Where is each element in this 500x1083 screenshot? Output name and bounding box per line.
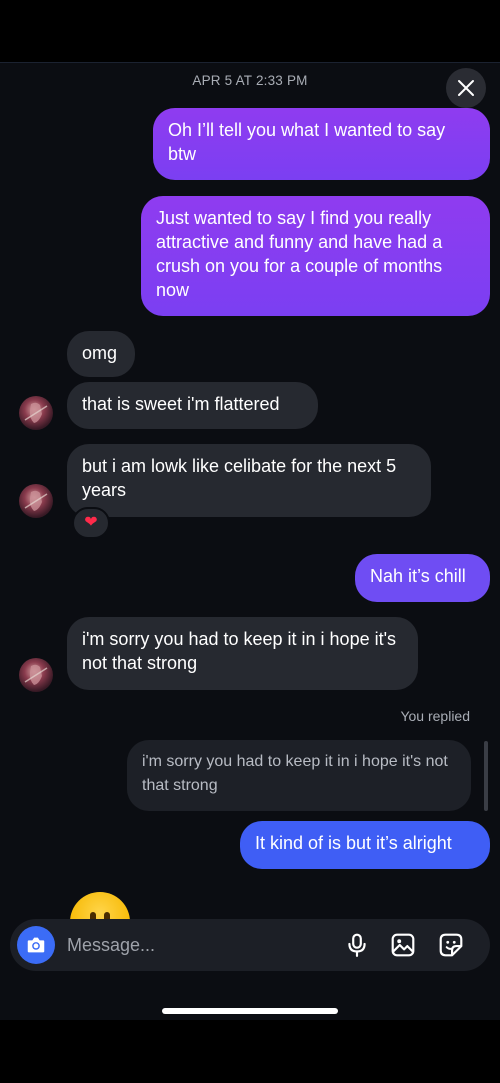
outgoing-message[interactable]: Nah it’s chill [355,554,490,602]
microphone-icon [348,933,366,957]
message-composer [10,919,490,971]
status-bar-area [0,0,500,62]
close-button[interactable] [446,68,486,108]
message-input[interactable] [67,932,267,958]
sender-avatar[interactable] [19,658,53,692]
sender-avatar[interactable] [19,396,53,430]
avatar-image [24,664,48,685]
sticker-icon [439,933,463,957]
incoming-message[interactable]: that is sweet i'm flattered [67,382,318,429]
close-icon [458,80,474,96]
reply-indicator-bar [484,741,488,811]
sender-avatar[interactable] [19,484,53,518]
replied-label: You replied [400,708,470,724]
home-indicator[interactable] [162,1008,338,1014]
heart-icon: ❤ [84,514,98,531]
microphone-button[interactable] [343,931,371,959]
outgoing-message[interactable]: It kind of is but it’s alright [240,821,490,869]
camera-button[interactable] [17,926,55,964]
camera-icon [27,937,45,953]
bottom-safe-area [0,1020,500,1083]
incoming-message[interactable]: but i am lowk like celibate for the next… [67,444,431,517]
quoted-message[interactable]: i'm sorry you had to keep it in i hope i… [127,740,471,811]
message-reaction[interactable]: ❤ [72,507,110,539]
sticker-button[interactable] [437,931,465,959]
outgoing-message[interactable]: Just wanted to say I find you really att… [141,196,490,316]
gallery-icon [391,933,415,957]
gallery-button[interactable] [389,931,417,959]
avatar-image [24,402,48,423]
avatar-image [24,490,48,511]
message-timestamp: APR 5 AT 2:33 PM [192,73,308,88]
incoming-message[interactable]: omg [67,331,135,377]
incoming-message[interactable]: i'm sorry you had to keep it in i hope i… [67,617,418,690]
outgoing-message[interactable]: Oh I’ll tell you what I wanted to say bt… [153,108,490,180]
